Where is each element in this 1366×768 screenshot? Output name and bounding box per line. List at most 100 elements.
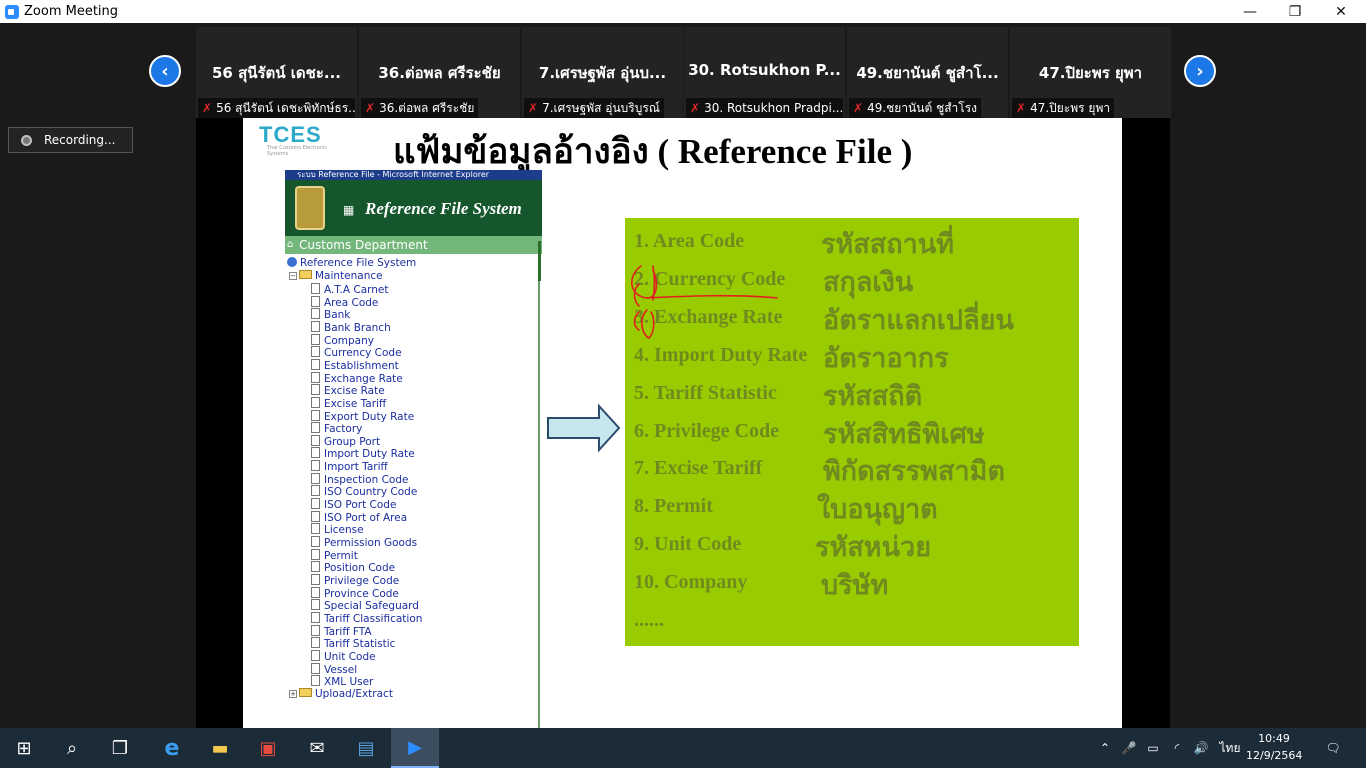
battery-icon[interactable]: ▭ (1142, 728, 1164, 768)
panel-item-thai: รหัสสถิติ (823, 380, 923, 412)
tree-item-label: Tariff FTA (324, 625, 372, 638)
tree-folder: + Upload/Extract (289, 687, 393, 700)
file-explorer-icon[interactable]: ▬ (196, 728, 244, 768)
tree-item: Import Duty Rate (311, 447, 415, 460)
tree-item: Bank (311, 308, 350, 321)
zoom-meeting-area: ‹ 56 สุนีรัตน์ เดชะ... ✗ 56 สุนีรัตน์ เดช… (0, 23, 1366, 728)
panel-item-thai: รหัสสถานที่ (821, 229, 955, 260)
tree-expander-icon: − (289, 272, 297, 280)
muted-mic-icon: ✗ (528, 101, 539, 115)
tree-item-label: Vessel (324, 663, 358, 676)
participant-label: ✗ 56 สุนีรัตน์ เดชะพิทักษ์ธร... (198, 98, 355, 118)
gallery-prev-button[interactable]: ‹ (149, 55, 181, 87)
participant-tile[interactable]: 49.ชยานันต์ ชูสำโ... ✗ 49.ชยานันต์ ชูสำโร… (847, 27, 1008, 118)
annotation-stroke (646, 294, 778, 299)
participant-tile[interactable]: 56 สุนีรัตน์ เดชะ... ✗ 56 สุนีรัตน์ เดชะพ… (196, 27, 357, 118)
tree-item: ISO Port Code (311, 498, 396, 511)
presentation-slide: TCES Thai Customs Electronic Systems แฟ้… (243, 118, 1122, 728)
search-icon[interactable]: ⌕ (48, 728, 96, 768)
task-view-icon[interactable]: ❐ (96, 728, 144, 768)
panel-item-english: 8. Permit (634, 495, 713, 518)
panel-item-thai: รหัสหน่วย (815, 532, 932, 564)
participant-label: ✗ 7.เศรษฐพัส อุ่นบริบูรณ์ (524, 98, 664, 118)
muted-mic-icon: ✗ (365, 101, 376, 115)
tree-item: Position Code (311, 561, 395, 574)
recording-button[interactable]: Recording... (8, 127, 133, 153)
participant-label-text: 56 สุนีรัตน์ เดชะพิทักษ์ธร... (216, 100, 355, 115)
shared-screen: TCES Thai Customs Electronic Systems แฟ้… (196, 118, 1170, 728)
tree-item: Province Code (311, 586, 399, 600)
tray-overflow-icon[interactable]: ⌃ (1094, 728, 1116, 768)
tree-item: Excise Tariff (311, 396, 386, 410)
panel-item-thai: พิกัดสรรพสามิต (823, 456, 1005, 488)
participant-tile[interactable]: 47.ปิยะพร ยุพา ✗ 47.ปิยะพร ยุพา (1010, 27, 1171, 118)
tree-item: Exchange Rate (311, 371, 403, 385)
panel-item-thai: บริษัท (821, 570, 889, 602)
tree-item: Tariff Statistic (311, 637, 395, 650)
tree-item-label: Import Tariff (324, 461, 388, 474)
tree-item: A.T.A Carnet (311, 283, 389, 296)
tree-item-label: Reference File System (300, 257, 417, 269)
tree-item: ISO Country Code (311, 485, 417, 498)
document-icon (311, 675, 320, 687)
participant-tile[interactable]: 7.เศรษฐพัส อุ่นบ... ✗ 7.เศรษฐพัส อุ่นบริบ… (522, 27, 683, 118)
tree-item: Company (311, 333, 374, 347)
document-icon (311, 333, 320, 345)
panel-item-english: 4. Import Duty Rate (634, 343, 808, 366)
participant-label: ✗ 36.ต่อพล ศรีระชัย (361, 98, 479, 118)
tree-item-label: A.T.A Carnet (324, 284, 389, 296)
participant-label: ✗ 49.ชยานันต์ ชูสำโรง (849, 98, 982, 118)
restore-button[interactable]: ❐ (1272, 0, 1318, 23)
mail-icon[interactable]: ✉ (293, 728, 341, 768)
tree-item: License (311, 523, 364, 536)
participant-name: 56 สุนีรัตน์ เดชะ... (212, 64, 341, 82)
participant-tile[interactable]: 36.ต่อพล ศรีระชัย ✗ 36.ต่อพล ศรีระชัย (359, 27, 520, 118)
panel-more-ellipsis: ...... (634, 609, 664, 631)
muted-mic-icon: ✗ (690, 101, 701, 115)
app-window-icon[interactable]: ▤ (342, 728, 390, 768)
volume-icon[interactable]: 🔊 (1190, 728, 1212, 768)
store-icon[interactable]: ▣ (244, 728, 292, 768)
document-icon (311, 283, 320, 294)
microphone-icon[interactable]: 🎤 (1118, 728, 1140, 768)
participant-tile[interactable]: 30. Rotsukhon P... ✗ 30. Rotsukhon Pradpi… (684, 27, 845, 118)
close-button[interactable]: ✕ (1318, 0, 1364, 23)
document-icon (311, 510, 320, 522)
document-icon (311, 624, 320, 636)
clock-date: 12/9/2564 (1246, 749, 1303, 762)
tree-item: Bank Branch (311, 320, 391, 334)
panel-item-english: 7. Excise Tariff (634, 457, 763, 480)
start-button[interactable]: ⊞ (0, 728, 48, 768)
tree-item: Excise Rate (311, 384, 385, 397)
tree-item: Area Code (311, 295, 378, 309)
tree-item: Special Safeguard (311, 599, 419, 612)
folder-icon (299, 270, 312, 279)
document-icon (311, 561, 320, 573)
edge-icon[interactable]: e (148, 728, 196, 768)
participant-label-text: 36.ต่อพล ศรีระชัย (379, 100, 475, 115)
minimize-button[interactable]: — (1227, 0, 1273, 23)
panel-item-english: 9. Unit Code (634, 533, 742, 556)
ie-department-bar: Customs Department (285, 236, 542, 254)
tree-item-label: ISO Port of Area (324, 511, 408, 524)
tree-item: XML User (311, 675, 373, 688)
tree-expander-icon: + (289, 689, 297, 698)
clock[interactable]: 10:49 12/9/2564 (1246, 730, 1302, 764)
tree-item-label: Currency Code (324, 347, 402, 360)
document-icon (311, 599, 320, 611)
document-icon (311, 649, 320, 661)
gallery-next-button[interactable]: › (1184, 55, 1216, 87)
zoom-taskbar-icon[interactable]: ▶ (391, 728, 439, 768)
window-titlebar: Zoom Meeting — ❐ ✕ (0, 0, 1366, 23)
participant-name: 36.ต่อพล ศรีระชัย (378, 64, 501, 82)
tree-item: Tariff Classification (311, 611, 422, 625)
muted-mic-icon: ✗ (1016, 101, 1027, 115)
language-indicator[interactable]: ไทย (1216, 728, 1244, 768)
notifications-icon[interactable]: 🗨 (1318, 728, 1348, 768)
tree-item: Permit (311, 548, 358, 562)
panel-item-english: 6. Privilege Code (634, 419, 779, 442)
wifi-icon[interactable]: ◜ (1166, 728, 1188, 768)
zoom-app-icon (5, 4, 19, 19)
document-icon (311, 485, 320, 497)
panel-item-english: 10. Company (634, 571, 748, 594)
